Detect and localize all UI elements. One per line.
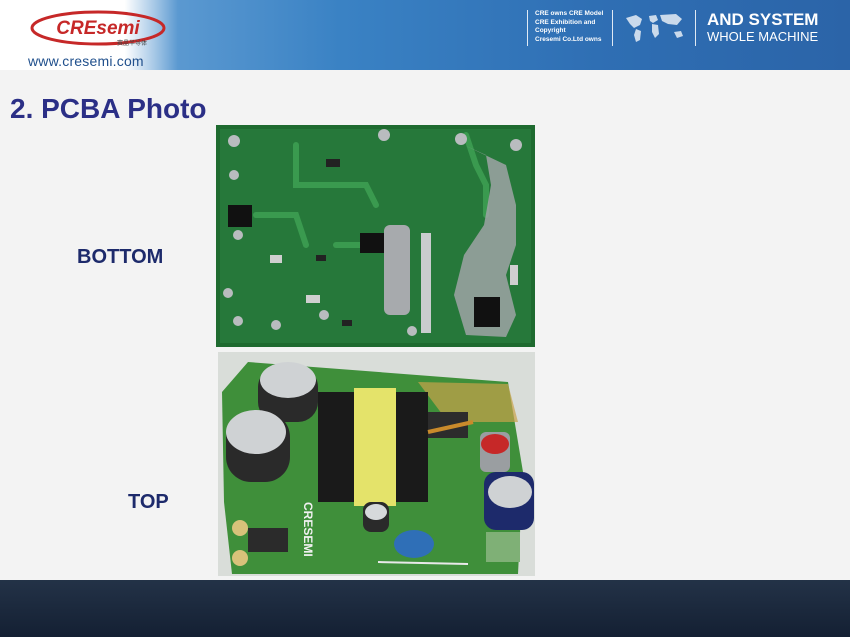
- top-label: TOP: [128, 491, 169, 513]
- pcba-bottom-photo: [216, 125, 535, 347]
- divider: [695, 10, 696, 46]
- svg-text:CREsemi: CREsemi: [56, 18, 140, 39]
- svg-text:赛晶半导体: 赛晶半导体: [117, 39, 147, 47]
- header-banner: CREsemi 赛晶半导体 www.cresemi.com CRE owns C…: [0, 0, 850, 70]
- note-line: CRE Exhibition and: [535, 18, 596, 26]
- tagline-line1: AND SYSTEM: [707, 10, 819, 29]
- divider: [612, 10, 613, 46]
- cresemi-logo: CREsemi 赛晶半导体: [30, 10, 166, 47]
- note-line: CRE owns CRE Model: [535, 10, 604, 17]
- svg-text:CRESEMI: CRESEMI: [301, 502, 315, 557]
- footer-bar: [0, 580, 850, 637]
- note-line: Cresemi Co.Ltd owns: [535, 35, 602, 43]
- page-title: 2. PCBA Photo: [10, 93, 207, 124]
- bottom-label: BOTTOM: [77, 246, 164, 268]
- copyright-notes: CRE owns CRE Model CRE Exhibition and Co…: [535, 10, 603, 44]
- tagline-line2: WHOLE MACHINE: [707, 29, 819, 44]
- divider: [527, 10, 528, 46]
- world-map-icon: [626, 14, 683, 42]
- pcba-top-photo: CRESEMI: [218, 352, 535, 576]
- tagline: AND SYSTEM WHOLE MACHINE: [707, 10, 819, 45]
- note-line: Copyright: [535, 27, 566, 34]
- website-url[interactable]: www.cresemi.com: [28, 53, 144, 69]
